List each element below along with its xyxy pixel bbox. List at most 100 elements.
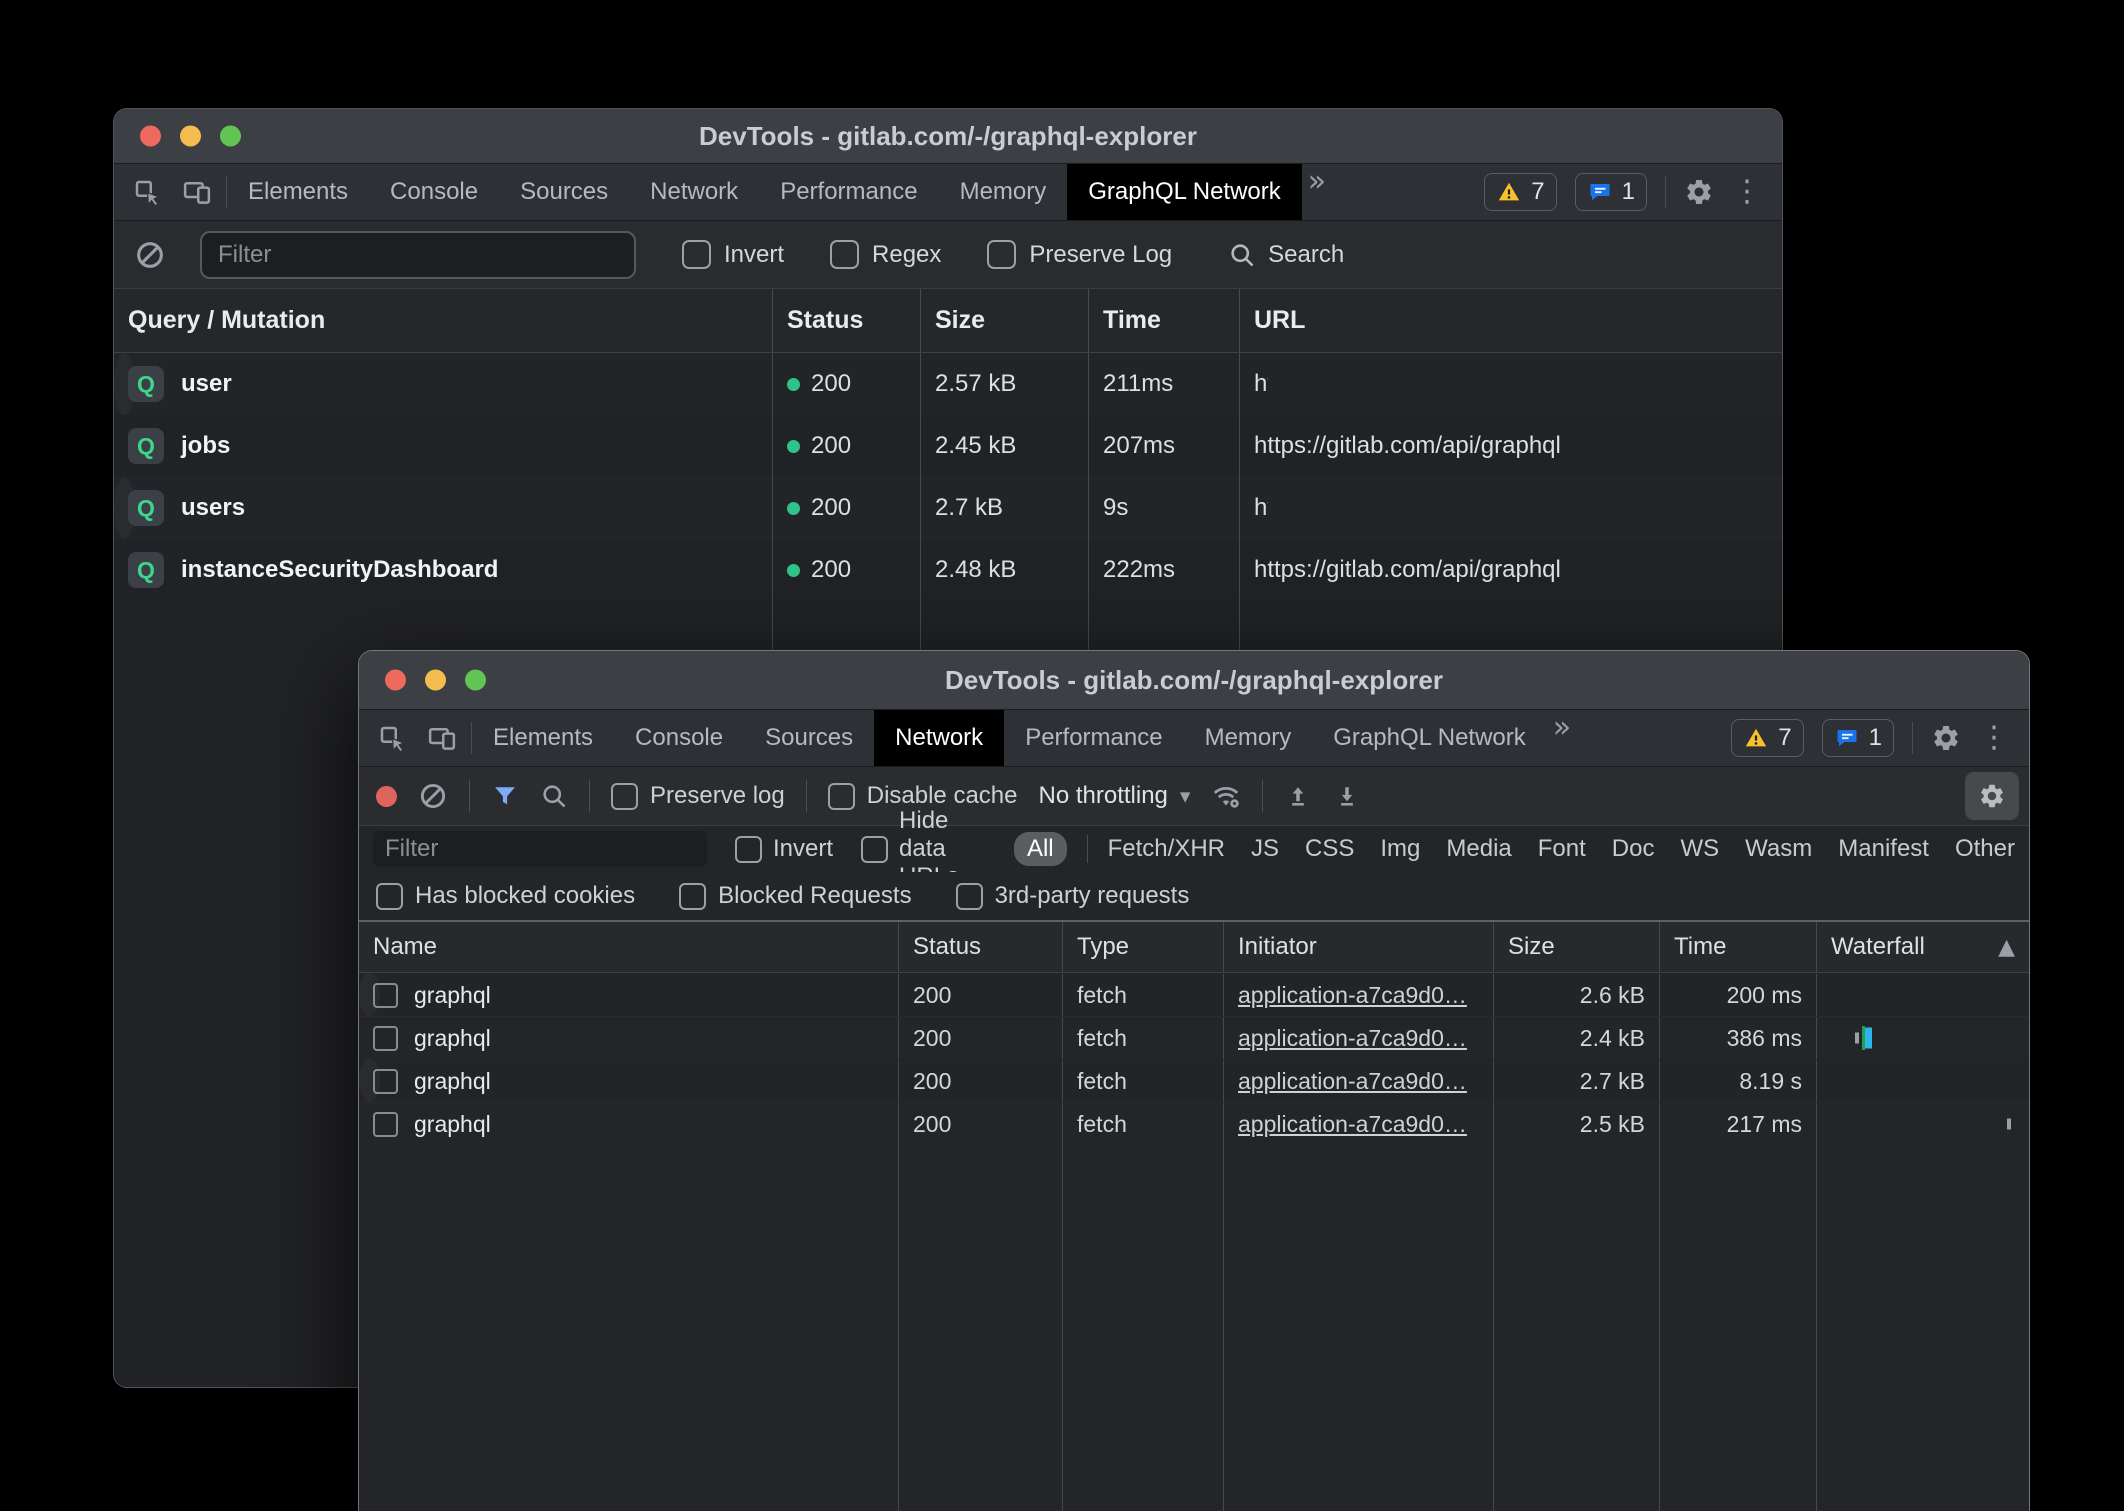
clear-network-log-icon[interactable] bbox=[418, 781, 448, 811]
kebab-menu-icon[interactable]: ⋮ bbox=[1732, 177, 1762, 207]
query-row[interactable]: QinstanceSecurityDashboard2002.48 kB222m… bbox=[114, 539, 1782, 601]
filter-type-img[interactable]: Img bbox=[1380, 835, 1420, 863]
invert-checkbox[interactable]: Invert bbox=[735, 835, 833, 863]
column-header-query-mutation[interactable]: Query / Mutation bbox=[114, 289, 772, 352]
request-row[interactable]: graphql200fetchapplication-a7ca9d0…2.4 k… bbox=[359, 1016, 2029, 1059]
preserve-log-checkbox[interactable]: Preserve log bbox=[611, 782, 785, 810]
column-header-status[interactable]: Status bbox=[772, 289, 920, 352]
inspect-element-icon[interactable] bbox=[132, 177, 162, 207]
checkbox[interactable] bbox=[376, 883, 403, 910]
tab-performance[interactable]: Performance bbox=[1004, 710, 1183, 766]
tab-console[interactable]: Console bbox=[614, 710, 744, 766]
filter-type-ws[interactable]: WS bbox=[1680, 835, 1719, 863]
filter-type-fetch-xhr[interactable]: Fetch/XHR bbox=[1108, 835, 1225, 863]
initiator-link[interactable]: application-a7ca9d0… bbox=[1238, 1068, 1467, 1095]
zoom-button[interactable] bbox=[465, 670, 486, 691]
third-party-requests-checkbox[interactable]: 3rd-party requests bbox=[956, 882, 1190, 910]
tab-console[interactable]: Console bbox=[369, 164, 499, 220]
minimize-button[interactable] bbox=[180, 126, 201, 147]
kebab-menu-icon[interactable]: ⋮ bbox=[1979, 723, 2009, 753]
filter-type-wasm[interactable]: Wasm bbox=[1745, 835, 1812, 863]
row-checkbox[interactable] bbox=[373, 1026, 398, 1051]
tab-graphql-network[interactable]: GraphQL Network bbox=[1312, 710, 1547, 766]
tab-sources[interactable]: Sources bbox=[744, 710, 874, 766]
filter-type-js[interactable]: JS bbox=[1251, 835, 1279, 863]
checkbox[interactable] bbox=[828, 783, 855, 810]
minimize-button[interactable] bbox=[425, 670, 446, 691]
preserve-log-checkbox[interactable]: Preserve Log bbox=[987, 240, 1172, 269]
filter-type-all[interactable]: All bbox=[1014, 832, 1067, 866]
warnings-badge[interactable]: 7 bbox=[1484, 173, 1556, 211]
import-har-icon[interactable] bbox=[1284, 782, 1312, 810]
filter-type-media[interactable]: Media bbox=[1446, 835, 1511, 863]
regex-checkbox[interactable]: Regex bbox=[830, 240, 941, 269]
issues-badge[interactable]: 1 bbox=[1575, 173, 1647, 211]
column-header-size[interactable]: Size bbox=[920, 289, 1088, 352]
tab-network[interactable]: Network bbox=[874, 710, 1004, 766]
checkbox[interactable] bbox=[830, 240, 859, 269]
inspect-element-icon[interactable] bbox=[377, 723, 407, 753]
tab-network[interactable]: Network bbox=[629, 164, 759, 220]
settings-gear-icon[interactable] bbox=[1931, 723, 1961, 753]
more-tabs-icon[interactable]: » bbox=[1302, 164, 1332, 220]
network-conditions-icon[interactable] bbox=[1211, 781, 1241, 811]
request-row[interactable]: graphql200fetchapplication-a7ca9d0…2.7 k… bbox=[359, 1059, 380, 1102]
checkbox[interactable] bbox=[679, 883, 706, 910]
search-toggle[interactable]: Search bbox=[1228, 241, 1344, 269]
has-blocked-cookies-checkbox[interactable]: Has blocked cookies bbox=[376, 882, 635, 910]
tab-graphql-network[interactable]: GraphQL Network bbox=[1067, 164, 1302, 220]
request-row[interactable]: graphql200fetchapplication-a7ca9d0…2.6 k… bbox=[359, 973, 380, 1016]
graphql-filter-input[interactable] bbox=[200, 231, 636, 279]
filter-funnel-icon[interactable] bbox=[491, 782, 519, 810]
front-titlebar[interactable]: DevTools - gitlab.com/-/graphql-explorer bbox=[359, 651, 2029, 710]
settings-gear-icon[interactable] bbox=[1684, 177, 1714, 207]
filter-type-other[interactable]: Other bbox=[1955, 835, 2015, 863]
throttling-dropdown[interactable]: No throttling ▾ bbox=[1038, 782, 1190, 810]
issues-badge[interactable]: 1 bbox=[1822, 719, 1894, 757]
column-header-time[interactable]: Time bbox=[1659, 922, 1816, 972]
close-button[interactable] bbox=[140, 126, 161, 147]
clear-icon[interactable] bbox=[134, 239, 166, 271]
initiator-link[interactable]: application-a7ca9d0… bbox=[1238, 1111, 1467, 1138]
initiator-link[interactable]: application-a7ca9d0… bbox=[1238, 1025, 1467, 1052]
close-button[interactable] bbox=[385, 670, 406, 691]
tab-elements[interactable]: Elements bbox=[472, 710, 614, 766]
checkbox[interactable] bbox=[987, 240, 1016, 269]
column-header-name[interactable]: Name bbox=[359, 922, 898, 972]
checkbox[interactable] bbox=[735, 836, 762, 863]
column-header-time[interactable]: Time bbox=[1088, 289, 1239, 352]
row-checkbox[interactable] bbox=[373, 983, 398, 1008]
network-filter-input[interactable] bbox=[373, 831, 707, 867]
device-toolbar-icon[interactable] bbox=[427, 723, 457, 753]
column-header-url[interactable]: URL bbox=[1239, 289, 1782, 352]
tab-memory[interactable]: Memory bbox=[1184, 710, 1313, 766]
checkbox[interactable] bbox=[611, 783, 638, 810]
tab-memory[interactable]: Memory bbox=[939, 164, 1068, 220]
initiator-link[interactable]: application-a7ca9d0… bbox=[1238, 982, 1467, 1009]
tab-elements[interactable]: Elements bbox=[227, 164, 369, 220]
warnings-badge[interactable]: 7 bbox=[1731, 719, 1803, 757]
invert-checkbox[interactable]: Invert bbox=[682, 240, 784, 269]
column-header-initiator[interactable]: Initiator bbox=[1223, 922, 1493, 972]
row-checkbox[interactable] bbox=[373, 1069, 398, 1094]
record-network-log-icon[interactable] bbox=[376, 786, 397, 807]
query-row[interactable]: Quser2002.57 kB211mshttps://gitlab.com/a… bbox=[114, 353, 135, 415]
checkbox[interactable] bbox=[682, 240, 711, 269]
device-toolbar-icon[interactable] bbox=[182, 177, 212, 207]
search-icon[interactable] bbox=[540, 782, 568, 810]
row-checkbox[interactable] bbox=[373, 1112, 398, 1137]
zoom-button[interactable] bbox=[220, 126, 241, 147]
tab-performance[interactable]: Performance bbox=[759, 164, 938, 220]
checkbox[interactable] bbox=[956, 883, 983, 910]
disable-cache-checkbox[interactable]: Disable cache bbox=[828, 782, 1018, 810]
column-header-size[interactable]: Size bbox=[1493, 922, 1659, 972]
column-header-status[interactable]: Status bbox=[898, 922, 1062, 972]
column-header-type[interactable]: Type bbox=[1062, 922, 1223, 972]
request-row[interactable]: graphql200fetchapplication-a7ca9d0…2.5 k… bbox=[359, 1102, 2029, 1145]
query-row[interactable]: Qusers2002.7 kB9shttps://gitlab.com/api/… bbox=[114, 477, 135, 539]
tab-sources[interactable]: Sources bbox=[499, 164, 629, 220]
export-har-icon[interactable] bbox=[1333, 782, 1361, 810]
blocked-requests-checkbox[interactable]: Blocked Requests bbox=[679, 882, 911, 910]
query-row[interactable]: Qjobs2002.45 kB207mshttps://gitlab.com/a… bbox=[114, 415, 1782, 477]
checkbox[interactable] bbox=[861, 836, 888, 863]
